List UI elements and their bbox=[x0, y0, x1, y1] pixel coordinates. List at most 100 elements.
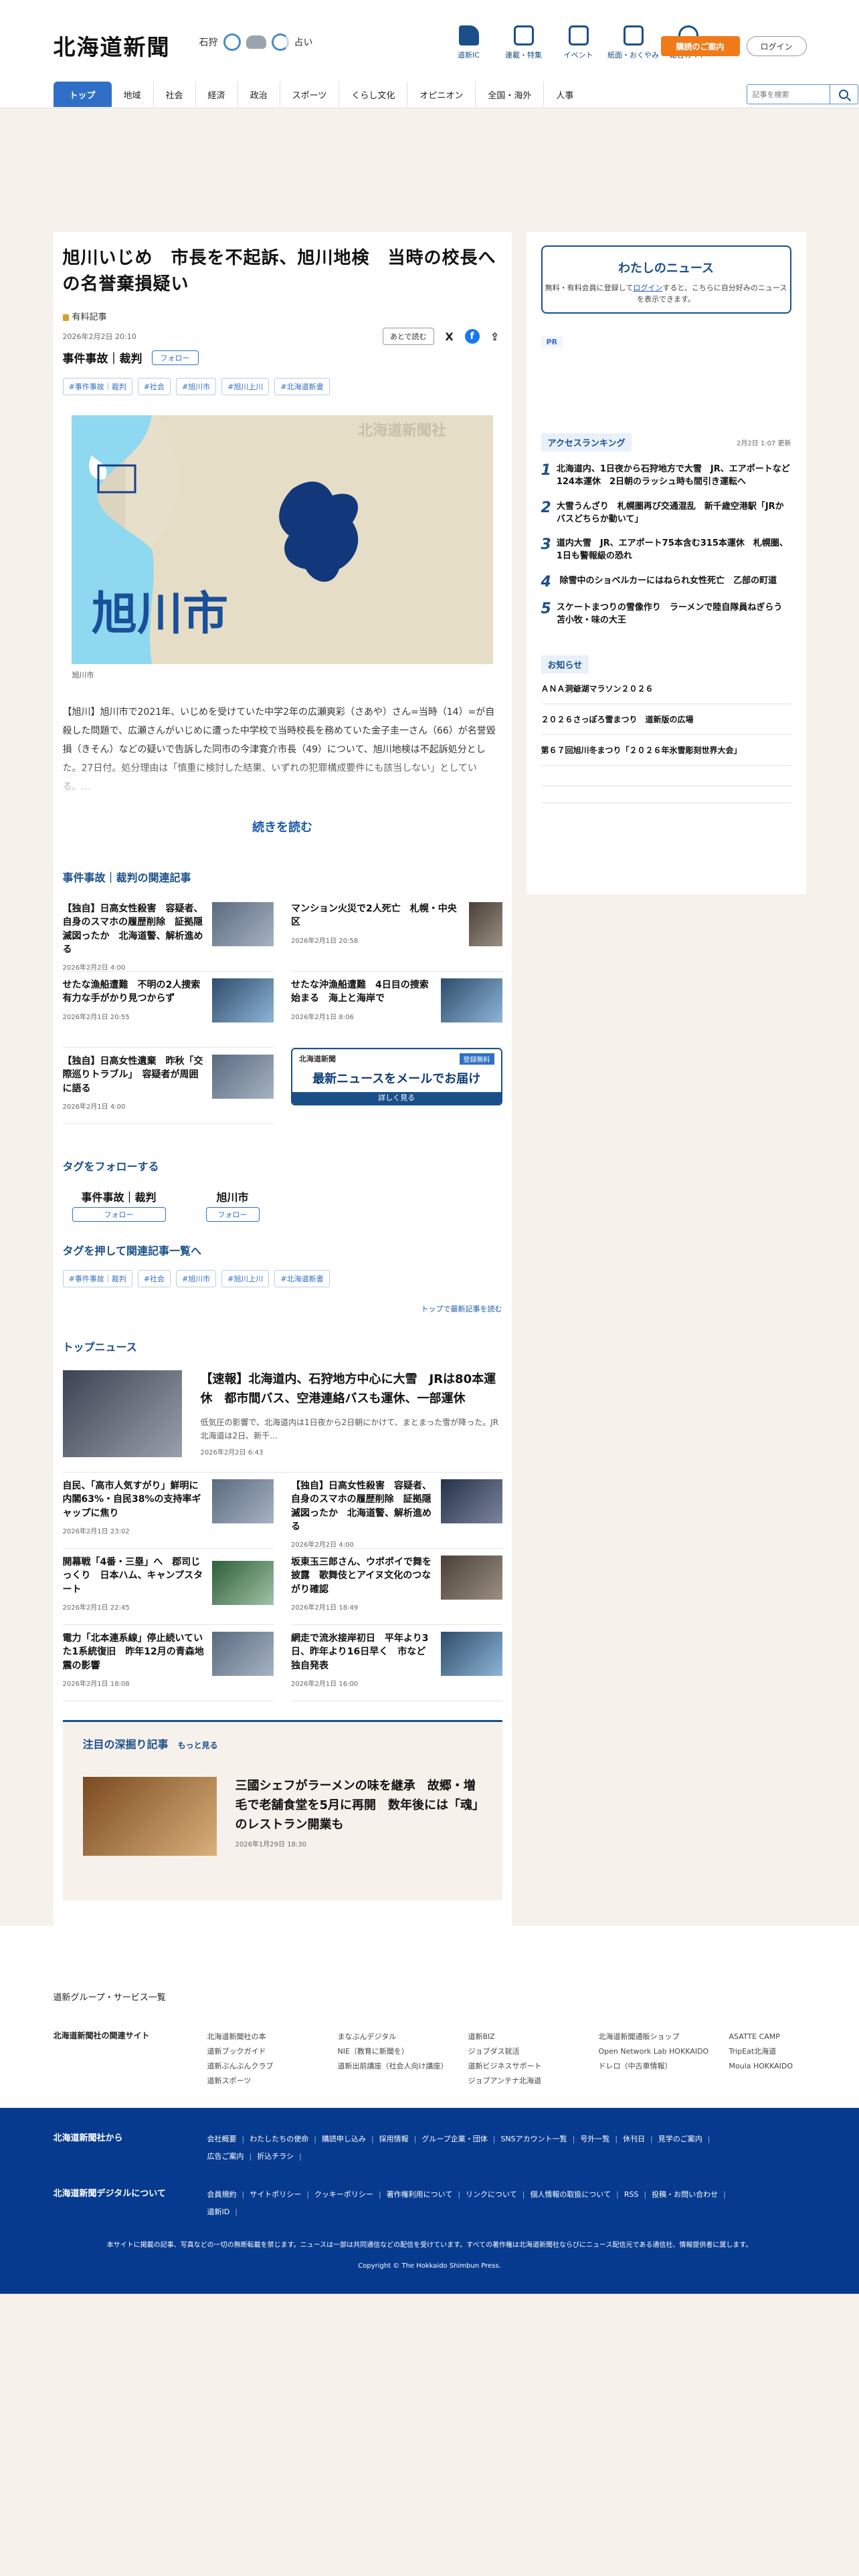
footer-link[interactable]: RSS bbox=[624, 2190, 646, 2199]
footer-link[interactable]: SNSアカウント一覧 bbox=[500, 2135, 575, 2143]
top-news-card[interactable]: 坂東玉三郎さん、ウポポイで舞を披露 歌舞伎とアイヌ文化のつながり確認 2026年2… bbox=[291, 1549, 502, 1625]
nav-series[interactable]: 連載・特集 bbox=[496, 25, 551, 60]
notice-item[interactable]: ２０２６さっぽろ雪まつり 道新版の広場 bbox=[541, 704, 791, 735]
ranking-heading[interactable]: アクセスランキング bbox=[541, 433, 632, 451]
footer-link[interactable]: 道新ID bbox=[207, 2208, 237, 2216]
footer-link[interactable]: わたしたちの使命 bbox=[250, 2135, 316, 2143]
footer-link[interactable]: 購読申し込み bbox=[322, 2135, 374, 2143]
notice-item[interactable]: 第６７回旭川冬まつり「２０２６年氷雪彫刻世界大会」 bbox=[541, 735, 791, 766]
notice-heading[interactable]: お知らせ bbox=[541, 655, 589, 673]
tab-top[interactable]: トップ bbox=[53, 82, 112, 107]
ranking-item[interactable]: 4 除雪中のショベルカーにはねられ女性死亡 乙部の町道 bbox=[541, 575, 791, 590]
footer-link[interactable]: 投稿・お問い合わせ bbox=[652, 2190, 726, 2199]
ranking-item[interactable]: 3 道内大雪 JR、エアポート75本含む315本運休 札幌圏、1日も警報級の恐れ bbox=[541, 538, 791, 563]
site-link[interactable]: 道新BIZ bbox=[468, 2030, 599, 2044]
site-link[interactable]: ASATTE CAMP bbox=[729, 2030, 803, 2044]
tab-region[interactable]: 地域 bbox=[112, 82, 154, 107]
share-icon[interactable]: ⇪ bbox=[488, 329, 502, 344]
follow-tag-button[interactable]: フォロー bbox=[205, 1207, 260, 1222]
site-link[interactable]: 道新スポーツ bbox=[207, 2074, 338, 2088]
site-link[interactable]: 北海道新聞通販ショップ bbox=[599, 2030, 729, 2044]
related-card[interactable]: 【独自】日高女性殺害 容疑者、自身のスマホの履歴削除 証拠隠滅図ったか 北海道警… bbox=[62, 895, 274, 972]
site-link[interactable]: ジョブダス就活 bbox=[468, 2044, 599, 2059]
search-button[interactable] bbox=[830, 84, 858, 104]
top-news-card[interactable]: 開幕戦「4番・三塁」へ 郡司じっくり 日本ハム、キャンプスタート 2026年2月1… bbox=[62, 1549, 274, 1625]
tab-personnel[interactable]: 人事 bbox=[544, 82, 585, 107]
site-link[interactable]: NIE（教育に新聞を） bbox=[338, 2044, 468, 2059]
tag-link[interactable]: #旭川上川 bbox=[221, 1270, 270, 1287]
tag-link[interactable]: #北海道新書 bbox=[274, 1270, 330, 1287]
tag-link[interactable]: #社会 bbox=[137, 378, 171, 395]
footer-link[interactable]: 広告ご案内 bbox=[207, 2152, 252, 2161]
notice-item[interactable]: ＡＮＡ洞爺湖マラソン２０２６ bbox=[541, 673, 791, 704]
ranking-item[interactable]: 1 北海道内、1日夜から石狩地方で大雪 JR、エアポートなど124本運休 2日朝の… bbox=[541, 463, 791, 489]
tab-society[interactable]: 社会 bbox=[154, 82, 196, 107]
facebook-share-icon[interactable]: f bbox=[464, 329, 480, 344]
footer-link[interactable]: 号外一覧 bbox=[580, 2135, 617, 2143]
site-link[interactable]: ドレロ（中古車情報） bbox=[599, 2059, 729, 2074]
tag-link[interactable]: #社会 bbox=[137, 1270, 171, 1287]
follow-category-button[interactable]: フォロー bbox=[151, 350, 199, 365]
tab-national[interactable]: 全国・海外 bbox=[476, 82, 545, 107]
footer-link[interactable]: サイトポリシー bbox=[250, 2190, 309, 2199]
site-logo[interactable]: 北海道新聞 bbox=[54, 29, 171, 62]
site-link[interactable]: Moula HOKKAIDO bbox=[729, 2059, 803, 2074]
group-services-link[interactable]: 道新グループ・サービス一覧 bbox=[54, 1990, 806, 2003]
site-link[interactable]: 道新ビジネスサポート bbox=[468, 2059, 599, 2074]
footer-link[interactable]: 会員規約 bbox=[207, 2190, 245, 2199]
tag-link[interactable]: #事件事故｜裁判 bbox=[62, 378, 132, 395]
footer-link[interactable]: 会社概要 bbox=[207, 2135, 245, 2143]
site-link[interactable]: Open Network Lab HOKKAIDO bbox=[599, 2044, 729, 2059]
ranking-item[interactable]: 2 大雪うんざり 札幌圏再び交通混乱 新千歳空港駅「JRかバスどちらか動いて」 bbox=[541, 500, 791, 526]
related-card[interactable]: 【独自】日高女性遺棄 昨秋「交際巡りトラブル」 容疑者が周囲に語る 2026年2月… bbox=[62, 1048, 274, 1124]
top-news-card[interactable]: 電力「北本連系線」停止続いていた1系統復旧 昨年12月の青森地震の影響 2026年… bbox=[62, 1625, 274, 1701]
tag-link[interactable]: #事件事故｜裁判 bbox=[62, 1270, 132, 1287]
tag-link[interactable]: #旭川市 bbox=[175, 378, 217, 395]
top-news-card[interactable]: 網走で流氷接岸初日 平年より3日、昨年より16日早く 市など独自発表 2026年2… bbox=[291, 1625, 502, 1701]
nav-paper[interactable]: 紙面・おくやみ bbox=[606, 25, 661, 60]
footer-link[interactable]: リンクについて bbox=[466, 2190, 524, 2199]
nav-events[interactable]: イベント bbox=[551, 25, 606, 60]
site-link[interactable]: 北海道新聞社の本 bbox=[207, 2030, 338, 2044]
deep-dive-card[interactable]: 三國シェフがラーメンの味を継承 故郷・増毛で老舗食堂を5月に再開 数年後には「魂… bbox=[82, 1777, 482, 1856]
tab-sports[interactable]: スポーツ bbox=[280, 82, 340, 107]
related-card[interactable]: マンション火災で2人死亡 札幌・中央区 2026年2月1日 20:58 bbox=[291, 895, 502, 972]
tag-link[interactable]: #北海道新書 bbox=[274, 378, 330, 395]
ranking-item[interactable]: 5 スケートまつりの雪像作り ラーメンで陸自隊員ねぎらう 苫小牧・味の大王 bbox=[541, 602, 791, 627]
footer-link[interactable]: 休刊日 bbox=[623, 2135, 653, 2143]
tab-culture[interactable]: くらし文化 bbox=[339, 82, 408, 107]
footer-link[interactable]: クッキーポリシー bbox=[314, 2190, 381, 2199]
top-news-lead[interactable]: 【速報】北海道内、石狩地方中心に大雪 JRは80本運休 都市間バス、空港連絡バス… bbox=[62, 1370, 502, 1473]
footer-link[interactable]: グループ企業・団体 bbox=[421, 2135, 495, 2143]
latest-news-link[interactable]: トップで最新記事を読む bbox=[63, 1303, 502, 1314]
my-news-login-link[interactable]: ログイン bbox=[633, 284, 662, 292]
site-link[interactable]: 道新ブックガイド bbox=[207, 2044, 338, 2059]
follow-tag-button[interactable]: フォロー bbox=[72, 1207, 166, 1222]
read-more-button[interactable]: 続きを読む bbox=[63, 818, 502, 835]
site-link[interactable]: TripEat北海道 bbox=[729, 2044, 803, 2059]
x-share-icon[interactable]: X bbox=[442, 329, 457, 344]
site-link[interactable]: 道新出前講座（社会人向け講座） bbox=[338, 2059, 468, 2074]
tag-link[interactable]: #旭川上川 bbox=[221, 378, 270, 395]
tab-politics[interactable]: 政治 bbox=[238, 82, 280, 107]
tab-economy[interactable]: 経済 bbox=[196, 82, 238, 107]
footer-link[interactable]: 折込チラシ bbox=[257, 2152, 302, 2161]
tab-opinion[interactable]: オピニオン bbox=[407, 82, 476, 107]
subscribe-button[interactable]: 購読のご案内 bbox=[660, 36, 740, 56]
tag-link[interactable]: #旭川市 bbox=[175, 1270, 217, 1287]
footer-link[interactable]: 個人情報の取扱について bbox=[530, 2190, 618, 2199]
nav-doshin-ic[interactable]: 道新IC bbox=[442, 25, 496, 60]
email-newsletter-banner[interactable]: 北海道新聞 登録無料 最新ニュースをメールでお届け 詳しく見る bbox=[291, 1048, 502, 1105]
top-news-card[interactable]: 自民、「高市人気すがり」鮮明に 内閣63%・自民38%の支持率ギャップに焦り 20… bbox=[62, 1473, 274, 1549]
site-link[interactable]: 道新ぶんぶんクラブ bbox=[207, 2059, 338, 2074]
site-link[interactable]: まなぶんデジタル bbox=[338, 2030, 468, 2044]
search-input[interactable] bbox=[746, 84, 830, 104]
related-card[interactable]: せたな沖漁船遭難 4日目の捜索始まる 海上と海岸で 2026年2月1日 8:06 bbox=[291, 972, 502, 1048]
footer-link[interactable]: 採用情報 bbox=[379, 2135, 417, 2143]
footer-link[interactable]: 見学のご案内 bbox=[658, 2135, 710, 2143]
read-later-button[interactable]: あとで読む bbox=[382, 328, 434, 345]
weather-widget[interactable]: 石狩 占い bbox=[199, 33, 313, 51]
site-link[interactable]: ジョブアンテナ北海道 bbox=[468, 2074, 599, 2088]
deep-dive-more-link[interactable]: もっと見る bbox=[178, 1741, 218, 1750]
top-news-card[interactable]: 【独自】日高女性殺害 容疑者、自身のスマホの履歴削除 証拠隠滅図ったか 北海道警… bbox=[291, 1473, 502, 1549]
